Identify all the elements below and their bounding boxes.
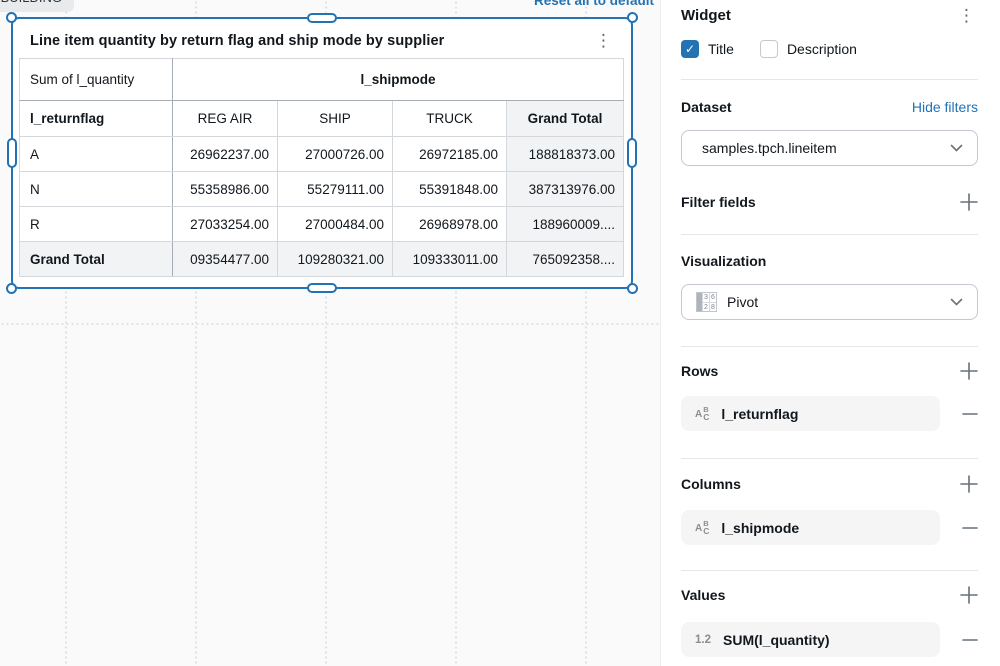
- table-row: N 55358986.00 55279111.00 55391848.00 38…: [19, 171, 625, 207]
- checkbox-checked-icon[interactable]: ✓: [681, 40, 699, 58]
- plus-icon: [960, 193, 978, 211]
- description-checkbox-label: Description: [786, 41, 857, 57]
- checkbox-unchecked-icon[interactable]: [759, 40, 778, 58]
- add-value-field-button[interactable]: [960, 586, 978, 604]
- columns-field-chip[interactable]: A BC l_shipmode: [681, 510, 940, 545]
- values-field-name: SUM(l_quantity): [723, 631, 830, 648]
- divider: [681, 346, 978, 347]
- dataset-select-value: samples.tpch.lineitem: [702, 140, 837, 156]
- visualization-select[interactable]: 3 6 2 8 Pivot: [681, 284, 978, 320]
- cell-value: 27000726.00: [277, 136, 393, 172]
- widget-config-panel: Widget ⋮ ✓ Title Description Dataset Hid…: [660, 0, 1000, 666]
- pivot-col-header-grand-total: Grand Total: [505, 100, 625, 137]
- dataset-select[interactable]: samples.tpch.lineitem: [681, 130, 978, 166]
- row-label: R: [19, 206, 173, 242]
- hide-filters-link[interactable]: Hide filters: [912, 99, 978, 115]
- cell-value: 26962237.00: [172, 136, 278, 172]
- panel-kebab-menu-icon[interactable]: ⋮: [955, 7, 978, 24]
- pivot-table: Sum of l_quantity l_shipmode l_returnfla…: [19, 58, 625, 277]
- pivot-col-header: REG AIR: [172, 100, 278, 137]
- cell-value: 27000484.00: [277, 206, 393, 242]
- row-label: N: [19, 171, 173, 207]
- pivot-col-header: TRUCK: [392, 100, 507, 137]
- cell-value: 109333011.00: [392, 241, 507, 277]
- divider: [681, 234, 978, 235]
- rows-field-chip[interactable]: A BC l_returnflag: [681, 396, 940, 431]
- resize-handle-bottom-right[interactable]: [627, 283, 638, 294]
- divider: [681, 79, 978, 80]
- cell-value: 55358986.00: [172, 171, 278, 207]
- cell-value: 55391848.00: [392, 171, 507, 207]
- cell-value: 55279111.00: [277, 171, 393, 207]
- divider: [681, 458, 978, 459]
- dashboard-canvas[interactable]: egment: BUILDING Reset all to default Li…: [0, 0, 660, 666]
- text-type-icon: A BC: [695, 518, 710, 536]
- filter-chip-label: egment: BUILDING: [0, 0, 62, 5]
- visualization-select-value: Pivot: [727, 294, 759, 310]
- add-column-field-button[interactable]: [960, 475, 978, 493]
- row-label: Grand Total: [19, 241, 173, 277]
- remove-column-field-button[interactable]: [940, 526, 978, 530]
- resize-handle-middle-left[interactable]: [7, 138, 17, 168]
- cell-value-grand-total: 387313976.00: [505, 171, 625, 207]
- chevron-down-icon: [950, 298, 963, 306]
- add-row-field-button[interactable]: [960, 362, 978, 380]
- row-label: A: [19, 136, 173, 172]
- dataset-label: Dataset: [681, 99, 732, 115]
- cell-value-grand-total: 188818373.00: [505, 136, 625, 172]
- columns-section-label: Columns: [681, 476, 741, 492]
- reset-all-to-default-link[interactable]: Reset all to default: [534, 0, 654, 8]
- cell-value: 109280321.00: [277, 241, 393, 277]
- title-checkbox[interactable]: ✓ Title: [681, 40, 734, 58]
- widget-kebab-menu-icon[interactable]: ⋮: [592, 32, 615, 49]
- resize-handle-top-center[interactable]: [307, 13, 337, 23]
- cell-value-grand-total: 188960009....: [505, 206, 625, 242]
- cell-value-grand-total: 765092358....: [505, 241, 625, 277]
- values-section-label: Values: [681, 587, 726, 603]
- columns-field-name: l_shipmode: [721, 519, 800, 536]
- minus-icon: [962, 526, 978, 529]
- table-row: R 27033254.00 27000484.00 26968978.00 18…: [19, 206, 625, 242]
- pivot-column-dimension-label: l_shipmode: [171, 58, 625, 101]
- cell-value: 26972185.00: [392, 136, 507, 172]
- pivot-col-header: SHIP: [277, 100, 393, 137]
- divider: [681, 570, 978, 571]
- pivot-row-dimension-label: l_returnflag: [19, 100, 173, 137]
- pivot-visualization-icon: 3 6 2 8: [696, 292, 717, 312]
- pivot-measure-label: Sum of l_quantity: [19, 58, 173, 101]
- plus-icon: [960, 362, 978, 380]
- description-checkbox[interactable]: Description: [759, 40, 857, 58]
- resize-handle-bottom-left[interactable]: [6, 283, 17, 294]
- filter-chip-segment-building[interactable]: egment: BUILDING: [0, 0, 74, 12]
- cell-value: 27033254.00: [172, 206, 278, 242]
- add-filter-field-button[interactable]: [960, 193, 978, 211]
- number-type-icon: 1.2: [695, 633, 711, 646]
- chevron-down-icon: [950, 144, 963, 152]
- resize-handle-top-left[interactable]: [6, 12, 17, 23]
- title-checkbox-label: Title: [708, 41, 734, 57]
- table-row-grand-total: Grand Total 09354477.00 109280321.00 109…: [19, 241, 625, 277]
- cell-value: 09354477.00: [172, 241, 278, 277]
- text-type-icon: A BC: [695, 404, 710, 422]
- values-field-chip[interactable]: 1.2 SUM(l_quantity): [681, 622, 940, 657]
- minus-icon: [962, 638, 978, 641]
- visualization-label: Visualization: [681, 253, 767, 269]
- table-row: A 26962237.00 27000726.00 26972185.00 18…: [19, 136, 625, 172]
- plus-icon: [960, 586, 978, 604]
- cell-value: 26968978.00: [392, 206, 507, 242]
- remove-row-field-button[interactable]: [940, 412, 978, 416]
- resize-handle-middle-right[interactable]: [627, 138, 637, 168]
- remove-value-field-button[interactable]: [940, 638, 978, 642]
- resize-handle-bottom-center[interactable]: [307, 283, 337, 293]
- resize-handle-top-right[interactable]: [627, 12, 638, 23]
- minus-icon: [962, 412, 978, 415]
- rows-field-name: l_returnflag: [721, 405, 799, 422]
- rows-section-label: Rows: [681, 363, 719, 379]
- selected-widget-card[interactable]: Line item quantity by return flag and sh…: [6, 12, 638, 294]
- filter-fields-label: Filter fields: [681, 194, 756, 210]
- panel-title: Widget: [681, 6, 731, 24]
- plus-icon: [960, 475, 978, 493]
- widget-title: Line item quantity by return flag and sh…: [30, 32, 445, 49]
